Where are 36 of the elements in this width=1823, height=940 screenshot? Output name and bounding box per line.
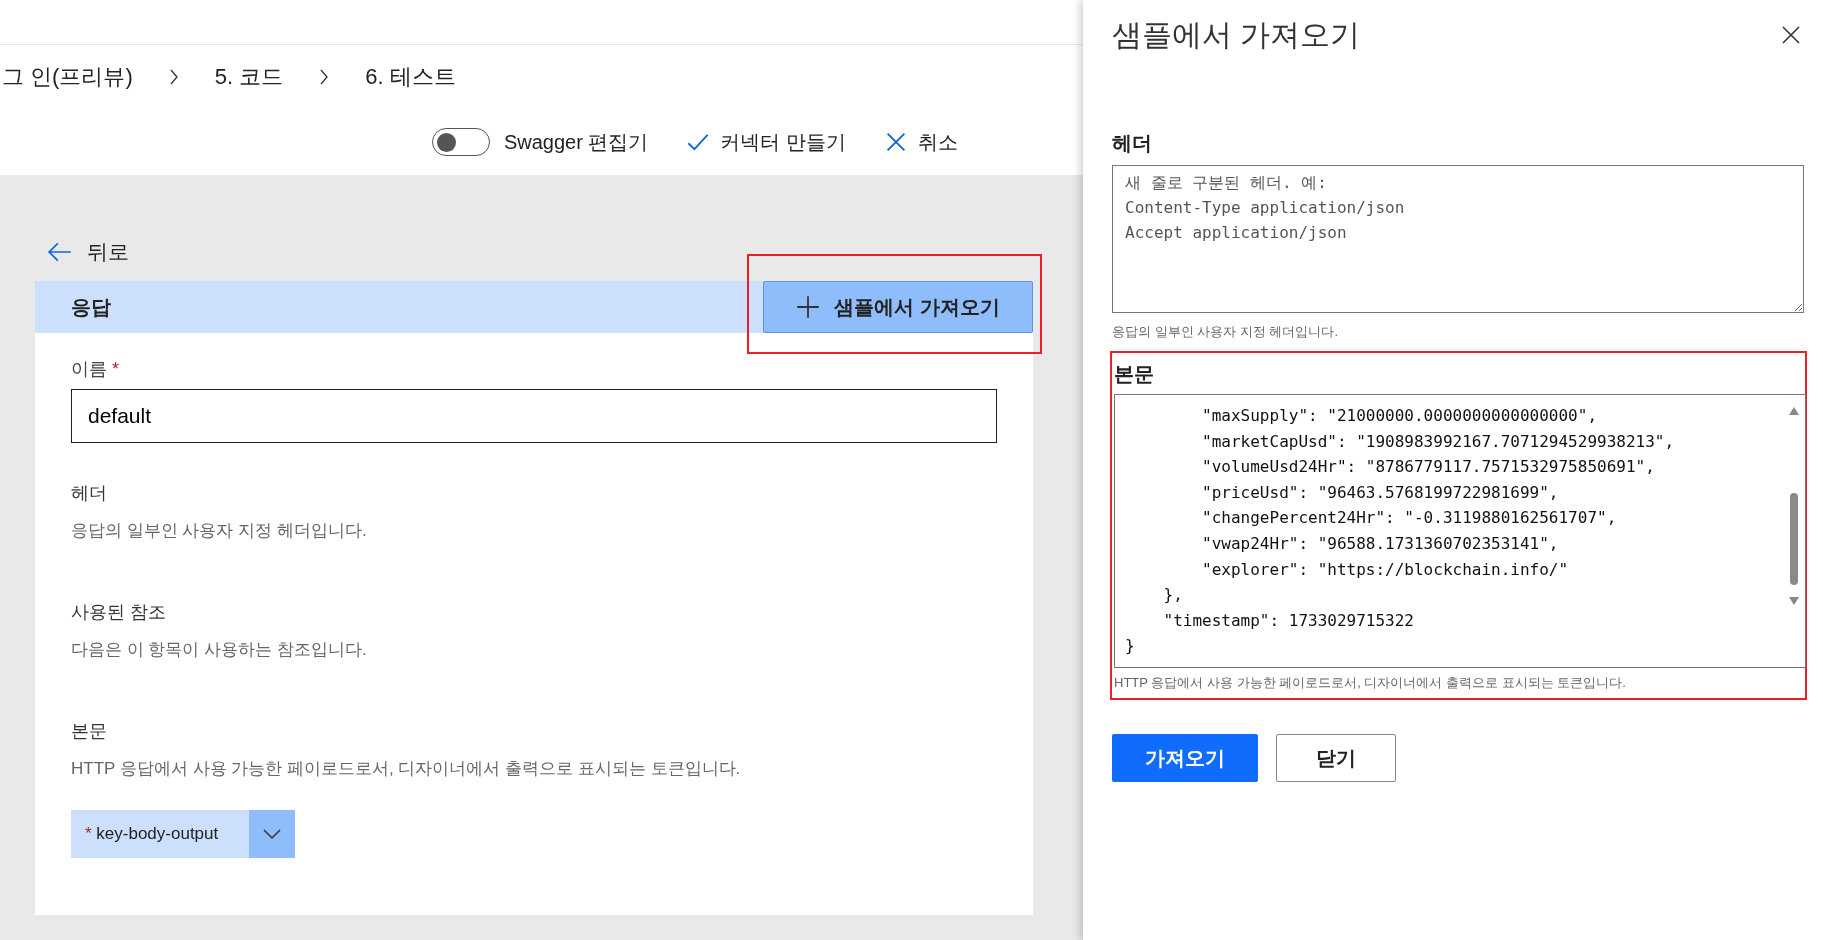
import-button[interactable]: 가져오기 [1112, 734, 1258, 782]
back-arrow-icon [47, 241, 73, 263]
import-from-sample-button[interactable]: 샘플에서 가져오기 [763, 281, 1033, 333]
section-label: 사용된 참조 [71, 601, 167, 624]
section-title: 응답 [71, 294, 111, 320]
headers-label: 헤더 [1112, 131, 1153, 156]
swagger-editor-toggle[interactable]: Swagger 편집기 [431, 128, 649, 156]
chevron-right-icon [319, 69, 330, 85]
close-button[interactable]: 닫기 [1276, 734, 1396, 782]
body-label: 본문 [1114, 362, 1155, 387]
cancel-icon [884, 130, 908, 154]
chevron-right-icon [168, 69, 179, 85]
create-connector-button[interactable]: 커넥터 만들기 [686, 128, 846, 156]
body-hint: HTTP 응답에서 사용 가능한 페이로드로서, 디자이너에서 출력으로 표시되는 토큰입니다. [1114, 674, 1627, 692]
required-mark: * [112, 359, 120, 379]
dropdown-button[interactable] [249, 810, 295, 858]
close-icon[interactable] [1781, 25, 1801, 45]
breadcrumb-item[interactable]: 6. 테스트 [365, 62, 456, 92]
headers-hint: 응답의 일부인 사용자 지정 헤더입니다. [1112, 323, 1340, 341]
section-label: 헤더 [71, 482, 108, 505]
section-label: 본문 [71, 720, 108, 743]
panel-title: 샘플에서 가져오기 [1112, 16, 1361, 53]
breadcrumb-item[interactable]: 5. 코드 [214, 62, 284, 92]
body-output-tag: * key-body-output [71, 810, 249, 858]
cancel-button[interactable]: 취소 [884, 128, 958, 156]
chevron-down-icon [262, 828, 282, 840]
field-label: 이름 [71, 359, 107, 379]
name-field[interactable]: default [71, 389, 997, 443]
body-field[interactable]: "maxSupply": "21000000.0000000000000000", "marketCapUsd": "1908983992167.7071294529938213", "volumeUsd24Hr": "8786779117.7571532975850691", "priceUsd": "96463.5768199722981699", "changePercent24Hr": "-0.3119880162561707", "vwap24Hr": "96588.1731360702353141", "explorer": "https://blockchain.info/" }, "timestamp": 1733029715322 } [1114, 394, 1806, 668]
back-link[interactable]: 뒤로 [47, 237, 1033, 267]
section-description: HTTP 응답에서 사용 가능한 페이로드로서, 디자이너에서 출력으로 표시되는 토큰입니다. [71, 758, 742, 780]
plus-icon [796, 295, 821, 319]
headers-field[interactable]: 새 줄로 구분된 헤더. 예: Content-Type application/json Accept application/json [1112, 165, 1804, 313]
section-description: 응답의 일부인 사용자 지정 헤더입니다. [71, 520, 368, 542]
section-description: 다음은 이 항목이 사용하는 참조입니다. [71, 639, 368, 661]
breadcrumb-item[interactable]: 그 인(프리뷰) [2, 62, 133, 92]
